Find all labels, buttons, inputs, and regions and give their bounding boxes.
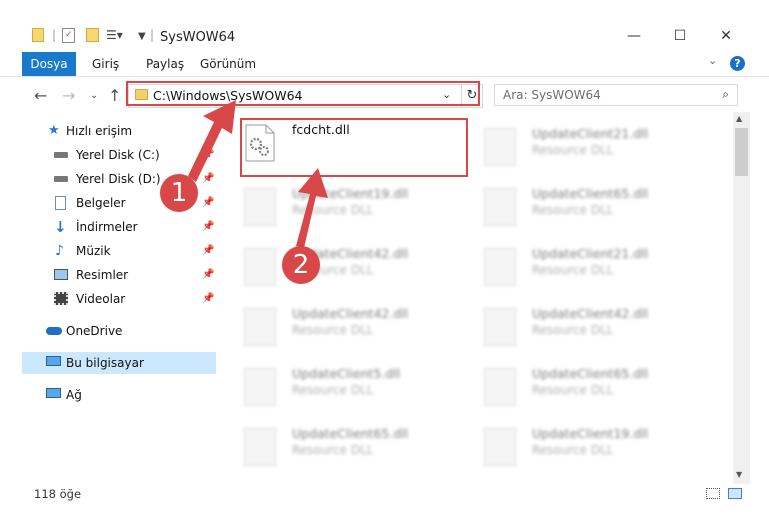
callout-two: 2 <box>282 246 320 284</box>
callout-one: 1 <box>160 174 198 212</box>
arrow-two <box>296 168 328 248</box>
arrow-one <box>188 100 236 182</box>
annotation-arrows <box>188 100 328 248</box>
